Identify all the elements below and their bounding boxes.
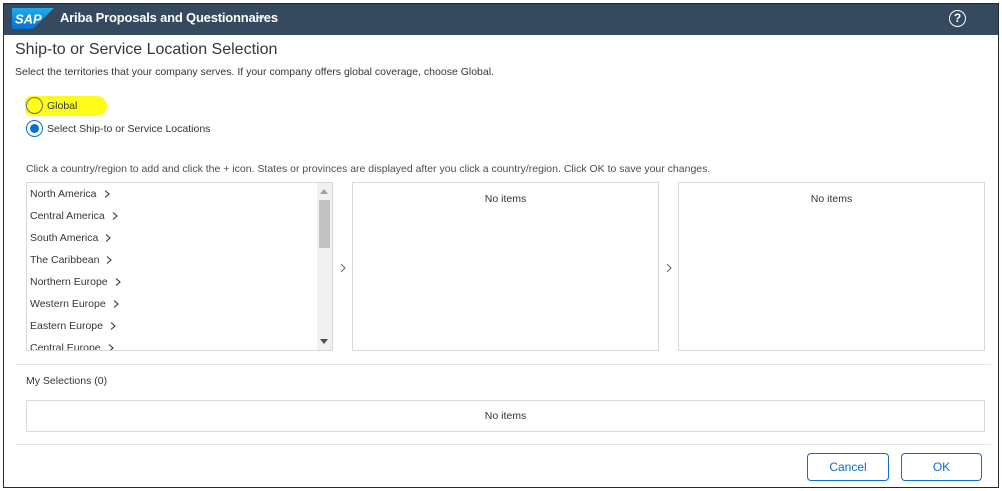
list-item[interactable]: Central Europe [27, 337, 332, 351]
region-label: North America [30, 188, 97, 200]
list-item[interactable]: South America [27, 227, 332, 249]
global-option[interactable]: Global [26, 97, 77, 114]
shell-bar: SAP Ariba Proposals and Questionnaires ? [4, 4, 998, 35]
scroll-thumb[interactable] [319, 200, 330, 248]
section-divider [15, 364, 991, 365]
scroll-up-arrow[interactable] [320, 189, 328, 194]
list-item[interactable]: The Caribbean [27, 249, 332, 271]
chevron-right-icon [112, 212, 118, 220]
region-label: South America [30, 232, 99, 244]
sap-logo: SAP [12, 8, 54, 29]
select-locations-radio[interactable] [26, 120, 43, 137]
footer-divider [15, 444, 991, 445]
ok-button[interactable]: OK [901, 453, 982, 481]
region-list-scrollbar[interactable] [317, 183, 332, 350]
region-label: Western Europe [30, 298, 106, 310]
chevron-right-icon [113, 300, 119, 308]
chevron-right-icon[interactable] [338, 262, 348, 274]
global-radio[interactable] [26, 97, 43, 114]
my-selections-label: My Selections (0) [26, 375, 108, 387]
app-title[interactable]: Ariba Proposals and Questionnaires [60, 10, 278, 25]
scroll-down-arrow[interactable] [320, 339, 328, 344]
chevron-down-icon[interactable] [256, 13, 266, 23]
province-list[interactable]: No items [678, 182, 985, 351]
cancel-button[interactable]: Cancel [807, 453, 889, 481]
country-list[interactable]: No items [352, 182, 659, 351]
select-locations-radio-label: Select Ship-to or Service Locations [47, 122, 211, 135]
chevron-right-icon [105, 234, 112, 242]
region-label: Central America [30, 210, 105, 222]
region-label: Northern Europe [30, 276, 108, 288]
chevron-right-icon [107, 256, 113, 264]
my-selections-empty: No items [484, 410, 527, 422]
chevron-right-icon [104, 190, 110, 198]
province-list-empty: No items [810, 193, 853, 205]
chevron-right-icon [115, 278, 121, 286]
help-icon[interactable]: ? [949, 10, 966, 27]
list-item[interactable]: Western Europe [27, 293, 332, 315]
sap-logo-text: SAP [15, 12, 42, 27]
dialog-frame: SAP Ariba Proposals and Questionnaires ?… [3, 3, 999, 488]
chevron-right-icon [110, 322, 116, 330]
list-item[interactable]: Northern Europe [27, 271, 332, 293]
my-selections-list[interactable]: No items [26, 400, 985, 432]
select-locations-option[interactable]: Select Ship-to or Service Locations [26, 120, 210, 137]
region-label: Eastern Europe [30, 320, 103, 332]
country-list-empty: No items [484, 193, 527, 205]
global-radio-label: Global [47, 99, 78, 112]
page-description: Select the territories that your company… [15, 66, 494, 78]
page-title: Ship-to or Service Location Selection [15, 41, 278, 58]
region-label: The Caribbean [30, 254, 100, 266]
instruction-text: Click a country/region to add and click … [26, 163, 711, 175]
region-list[interactable]: North America Central America South Americ… [26, 182, 333, 351]
list-item[interactable]: Eastern Europe [27, 315, 332, 337]
region-list-items: North America Central America South Americ… [27, 183, 332, 351]
chevron-right-icon[interactable] [664, 262, 674, 274]
list-item[interactable]: Central America [27, 205, 332, 227]
region-label: Central Europe [30, 342, 101, 351]
list-item[interactable]: North America [27, 183, 332, 205]
chevron-right-icon [108, 344, 114, 350]
